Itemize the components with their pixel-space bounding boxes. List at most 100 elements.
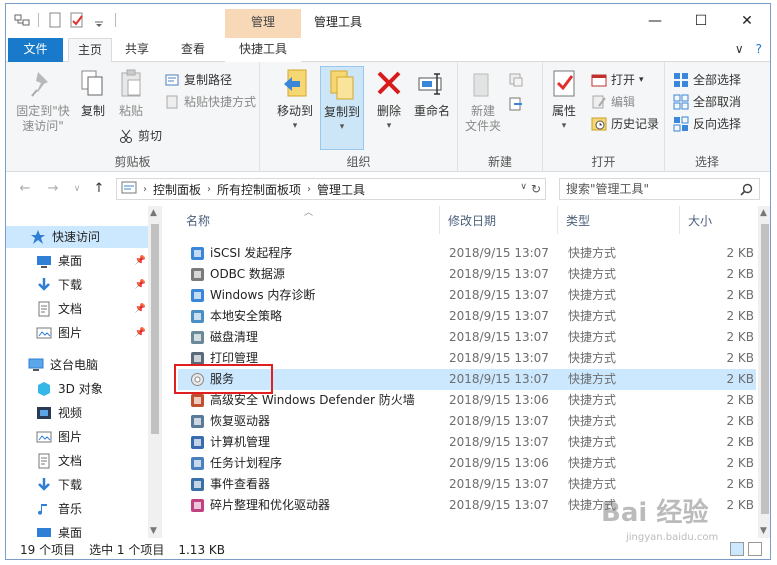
security-policy-icon [190, 309, 205, 324]
copy-button[interactable]: 复制 [76, 68, 110, 119]
large-icons-view-icon[interactable] [748, 542, 762, 556]
file-row[interactable]: 任务计划程序 2018/9/15 13:06 快捷方式 2 KB [178, 453, 756, 474]
maximize-button[interactable]: ☐ [678, 4, 724, 38]
recovery-drive-icon [190, 414, 205, 429]
easy-access-button[interactable] [508, 94, 524, 114]
nav-item[interactable]: 快速访问 [6, 226, 148, 248]
nav-item[interactable]: 图片 [6, 426, 148, 448]
breadcrumb-separator[interactable]: › [307, 184, 311, 195]
minimize-button[interactable]: — [632, 4, 678, 38]
file-list-scrollbar[interactable]: ▲ ▼ [758, 206, 770, 538]
back-button[interactable]: ← [16, 181, 34, 197]
breadcrumb-admin-tools[interactable]: 管理工具 [317, 181, 365, 198]
nav-item[interactable]: 下载 📌 [6, 274, 148, 296]
cut-button[interactable]: 剪切 [118, 126, 162, 146]
column-header-date[interactable]: 修改日期 [440, 206, 558, 234]
file-row[interactable]: 本地安全策略 2018/9/15 13:07 快捷方式 2 KB [178, 306, 756, 327]
breadcrumb-control-panel[interactable]: 控制面板 [153, 181, 201, 198]
nav-item[interactable]: 视频 [6, 402, 148, 424]
select-all-icon [673, 72, 689, 88]
file-name: 事件查看器 [210, 477, 271, 491]
file-date: 2018/9/15 13:07 [449, 246, 549, 260]
new-document-icon[interactable] [47, 12, 63, 28]
folder-tree-icon[interactable] [14, 12, 30, 28]
properties-label: 属性 [551, 104, 576, 118]
nav-scroll-up-icon[interactable]: ▲ [150, 208, 157, 218]
nav-item[interactable]: 音乐 [6, 498, 148, 520]
nav-item[interactable]: 文档 [6, 450, 148, 472]
invert-selection-button[interactable]: 反向选择 [673, 114, 741, 134]
list-scroll-down-icon[interactable]: ▼ [760, 526, 767, 536]
file-size: 2 KB [726, 246, 754, 260]
paste-button[interactable]: 粘贴 [114, 68, 148, 119]
list-scroll-up-icon[interactable]: ▲ [760, 208, 767, 218]
file-row[interactable]: Windows 内存诊断 2018/9/15 13:07 快捷方式 2 KB [178, 285, 756, 306]
nav-item[interactable]: 图片 📌 [6, 322, 148, 344]
details-view-icon[interactable] [730, 542, 744, 556]
nav-item[interactable]: 下载 [6, 474, 148, 496]
tab-shortcut-tools[interactable]: 快捷工具 [225, 38, 301, 62]
close-button[interactable]: ✕ [724, 4, 770, 38]
properties-check-icon[interactable] [69, 12, 85, 28]
breadcrumb-separator[interactable]: › [207, 184, 211, 195]
pin-icon[interactable]: 📌 [135, 298, 146, 320]
file-row[interactable]: 磁盘清理 2018/9/15 13:07 快捷方式 2 KB [178, 327, 756, 348]
copy-path-button[interactable]: 复制路径 [164, 70, 232, 90]
address-dropdown-icon[interactable]: ∨ [520, 182, 527, 196]
breadcrumb-all-items[interactable]: 所有控制面板项 [217, 181, 301, 198]
column-header-size[interactable]: 大小 [680, 206, 756, 234]
recent-locations-icon[interactable]: ∨ [68, 181, 86, 197]
pin-icon[interactable]: 📌 [135, 250, 146, 272]
file-type: 快捷方式 [568, 435, 617, 449]
customize-qat-icon[interactable] [91, 12, 107, 28]
properties-dropdown-icon: ▾ [561, 121, 567, 131]
nav-scroll-down-icon[interactable]: ▼ [150, 526, 157, 536]
properties-button[interactable]: 属性 ▾ [547, 68, 581, 134]
file-row[interactable]: 恢复驱动器 2018/9/15 13:07 快捷方式 2 KB [178, 411, 756, 432]
pin-quick-access-button[interactable]: 固定到"快 速访问" [10, 68, 76, 134]
address-field[interactable]: › 控制面板 › 所有控制面板项 › 管理工具 ∨ ↻ [116, 178, 546, 200]
file-row[interactable]: iSCSI 发起程序 2018/9/15 13:07 快捷方式 2 KB [178, 243, 756, 264]
column-header-name[interactable]: 名称 [178, 206, 440, 234]
nav-item[interactable]: 文档 📌 [6, 298, 148, 320]
open-button[interactable]: 打开 ▾ [591, 70, 644, 90]
collapse-ribbon-button[interactable]: ∨ [735, 42, 744, 56]
tab-home[interactable]: 主页 [68, 38, 112, 63]
new-item-button[interactable] [508, 70, 524, 90]
tab-view[interactable]: 查看 [172, 38, 214, 62]
nav-scrollbar[interactable]: ▲ ▼ [148, 206, 162, 538]
new-folder-icon [468, 68, 498, 100]
search-input[interactable]: 搜索"管理工具" [559, 178, 760, 200]
select-none-button[interactable]: 全部取消 [673, 92, 741, 112]
column-header-type[interactable]: 类型 [558, 206, 680, 234]
nav-item[interactable]: 桌面 [6, 522, 148, 538]
help-button[interactable]: ? [756, 42, 762, 56]
tab-file[interactable]: 文件 [8, 38, 63, 62]
list-scroll-thumb[interactable] [761, 224, 769, 514]
select-all-button[interactable]: 全部选择 [673, 70, 741, 90]
edit-button[interactable]: 编辑 [591, 92, 635, 112]
nav-item[interactable]: 桌面 📌 [6, 250, 148, 272]
nav-item[interactable]: 这台电脑 [6, 354, 148, 376]
forward-button[interactable]: → [44, 181, 62, 197]
move-to-button[interactable]: 移动到 ▾ [272, 68, 318, 134]
search-icon[interactable] [740, 182, 753, 202]
tab-share[interactable]: 共享 [116, 38, 158, 62]
nav-scroll-thumb[interactable] [151, 224, 159, 434]
refresh-icon[interactable]: ↻ [531, 182, 541, 196]
file-row[interactable]: ODBC 数据源 2018/9/15 13:07 快捷方式 2 KB [178, 264, 756, 285]
file-date: 2018/9/15 13:07 [449, 372, 549, 386]
copy-to-button[interactable]: 复制到 ▾ [320, 66, 364, 150]
rename-button[interactable]: 重命名 [410, 68, 454, 119]
delete-button[interactable]: 删除 ▾ [370, 68, 408, 134]
nav-item[interactable]: 3D 对象 [6, 378, 148, 400]
paste-shortcut-button[interactable]: 粘贴快捷方式 [164, 92, 256, 112]
file-row[interactable]: 计算机管理 2018/9/15 13:07 快捷方式 2 KB [178, 432, 756, 453]
history-button[interactable]: 历史记录 [591, 114, 659, 134]
breadcrumb-separator[interactable]: › [143, 184, 147, 195]
pictures-icon [36, 429, 52, 445]
pin-icon[interactable]: 📌 [135, 274, 146, 296]
pin-icon[interactable]: 📌 [135, 322, 146, 344]
new-folder-button[interactable]: 新建 文件夹 [460, 68, 506, 134]
up-button[interactable]: ↑ [90, 181, 108, 197]
